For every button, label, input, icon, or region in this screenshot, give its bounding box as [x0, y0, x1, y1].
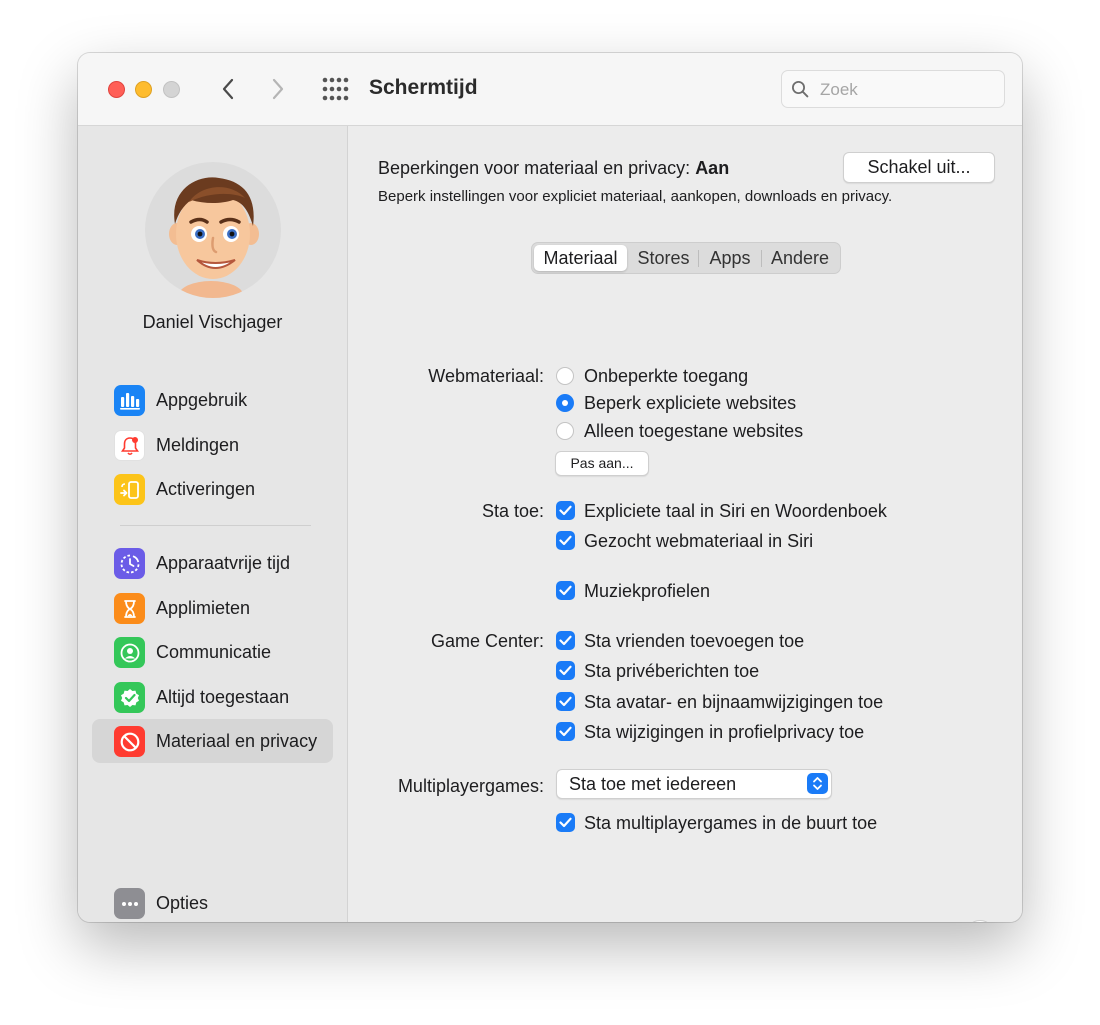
sidebar-item-meldingen[interactable]: Meldingen [92, 423, 333, 467]
radio-label: Alleen toegestane websites [584, 421, 804, 441]
sidebar-item-label: Applimieten [156, 598, 251, 618]
memoji-avatar-icon [169, 177, 259, 298]
bell-icon [114, 430, 145, 461]
game-center-label: Game Center: [430, 631, 544, 651]
checkmark-icon [559, 635, 572, 646]
checkbox-label: Sta privéberichten toe [584, 661, 760, 681]
phone-arrow-icon [114, 474, 145, 505]
content-pane: Beperkingen voor materiaal en privacy: A… [348, 126, 1022, 922]
title-bar: Schermtijd [78, 53, 1022, 126]
chevron-left-icon [222, 78, 234, 100]
checkmark-icon [559, 535, 572, 546]
radio-allowed-websites-only[interactable] [556, 422, 574, 440]
person-circle-icon [114, 637, 145, 668]
search-field[interactable] [781, 70, 1005, 108]
minimize-button[interactable] [135, 81, 152, 98]
help-button[interactable]: ? [965, 920, 995, 922]
system-preferences-window: Schermtijd Zoek Daniel Vischjager Appgeb… [78, 53, 1022, 922]
checkbox-nearby-multiplayer[interactable] [556, 813, 575, 832]
tab-control: Materiaal Stores Apps Andere [531, 242, 841, 274]
sidebar-item-label: Meldingen [156, 435, 240, 455]
allow-label: Sta toe: [481, 501, 544, 521]
chevron-right-icon [272, 78, 284, 100]
forward-button[interactable] [264, 75, 292, 103]
checkbox-label: Sta multiplayergames in de buurt toe [584, 813, 878, 833]
sidebar-item-label: Altijd toegestaan [156, 687, 290, 707]
checkbox-profile-privacy-changes[interactable] [556, 722, 575, 741]
checkmark-icon [559, 696, 572, 707]
no-entry-icon [114, 726, 145, 757]
hourglass-icon [114, 593, 145, 624]
sidebar: Daniel Vischjager Appgebruik Meldingen A… [78, 126, 348, 922]
sidebar-item-appgebruik[interactable]: Appgebruik [92, 378, 333, 422]
search-input[interactable] [818, 78, 998, 102]
checkbox-avatar-nickname-changes[interactable] [556, 692, 575, 711]
sidebar-divider [120, 525, 311, 526]
avatar[interactable] [145, 162, 281, 298]
sidebar-item-label: Communicatie [156, 642, 272, 662]
restrictions-status: Beperkingen voor materiaal en privacy: A… [378, 158, 729, 179]
grid-icon [322, 77, 349, 101]
sidebar-item-opties[interactable]: Opties [92, 881, 333, 922]
back-button[interactable] [214, 75, 242, 103]
multiplayer-select-value: Sta toe met iedereen [569, 774, 737, 794]
radio-limit-adult-websites[interactable] [556, 394, 574, 412]
checkbox-explicit-language[interactable] [556, 501, 575, 520]
checkbox-music-profiles[interactable] [556, 581, 575, 600]
restrictions-description: Beperk instellingen voor expliciet mater… [378, 188, 893, 205]
multiplayer-select[interactable]: Sta toe met iedereen [556, 769, 832, 799]
user-name: Daniel Vischjager [142, 312, 283, 332]
checkmark-icon [559, 505, 572, 516]
check-badge-icon [114, 682, 145, 713]
zoom-button[interactable] [163, 81, 180, 98]
checkbox-label: Sta avatar- en bijnaamwijzigingen toe [584, 692, 884, 712]
checkbox-siri-web-search[interactable] [556, 531, 575, 550]
sidebar-item-materiaal-en-privacy[interactable]: Materiaal en privacy [92, 719, 333, 763]
checkbox-label: Sta vrienden toevoegen toe [584, 631, 805, 651]
up-down-chevron-icon [807, 773, 828, 794]
restrictions-status-value: Aan [695, 158, 730, 178]
sidebar-item-label: Appgebruik [156, 390, 248, 410]
sidebar-item-label: Opties [156, 893, 209, 913]
sidebar-item-label: Apparaatvrije tijd [156, 553, 291, 573]
search-icon [792, 81, 809, 98]
checkmark-icon [559, 585, 572, 596]
checkbox-label: Expliciete taal in Siri en Woordenboek [584, 501, 887, 521]
downtime-icon [114, 548, 145, 579]
tab-andere[interactable]: Andere [762, 243, 838, 273]
sidebar-item-activeringen[interactable]: Activeringen [92, 467, 333, 511]
checkbox-label: Gezocht webmateriaal in Siri [584, 531, 814, 551]
checkmark-icon [559, 665, 572, 676]
sidebar-item-label: Activeringen [156, 479, 256, 499]
radio-label: Onbeperkte toegang [584, 366, 749, 386]
checkbox-private-messages[interactable] [556, 661, 575, 680]
checkbox-label: Sta wijzigingen in profielprivacy toe [584, 722, 865, 742]
sidebar-item-apparaatvrije-tijd[interactable]: Apparaatvrije tijd [92, 541, 333, 585]
tab-apps[interactable]: Apps [699, 243, 761, 273]
multiplayer-label: Multiplayergames: [397, 776, 544, 796]
tab-stores[interactable]: Stores [629, 243, 698, 273]
customize-button[interactable]: Pas aan... [555, 451, 649, 476]
show-all-button[interactable] [322, 77, 350, 101]
restrictions-status-label: Beperkingen voor materiaal en privacy: [378, 158, 691, 178]
bar-chart-icon [114, 385, 145, 416]
checkmark-icon [559, 817, 572, 828]
tab-materiaal[interactable]: Materiaal [534, 245, 627, 271]
close-button[interactable] [108, 81, 125, 98]
checkmark-icon [559, 726, 572, 737]
turn-off-button[interactable]: Schakel uit... [843, 152, 995, 183]
radio-label: Beperk expliciete websites [584, 393, 797, 413]
sidebar-item-altijd-toegestaan[interactable]: Altijd toegestaan [92, 675, 333, 719]
window-title: Schermtijd [369, 76, 478, 99]
sidebar-item-label: Materiaal en privacy [156, 731, 318, 751]
checkbox-add-friends[interactable] [556, 631, 575, 650]
sidebar-item-communicatie[interactable]: Communicatie [92, 630, 333, 674]
checkbox-label: Muziekprofielen [584, 581, 711, 601]
web-content-label: Webmateriaal: [428, 366, 544, 386]
sidebar-item-applimieten[interactable]: Applimieten [92, 586, 333, 630]
radio-unrestricted[interactable] [556, 367, 574, 385]
ellipsis-icon [114, 888, 145, 919]
